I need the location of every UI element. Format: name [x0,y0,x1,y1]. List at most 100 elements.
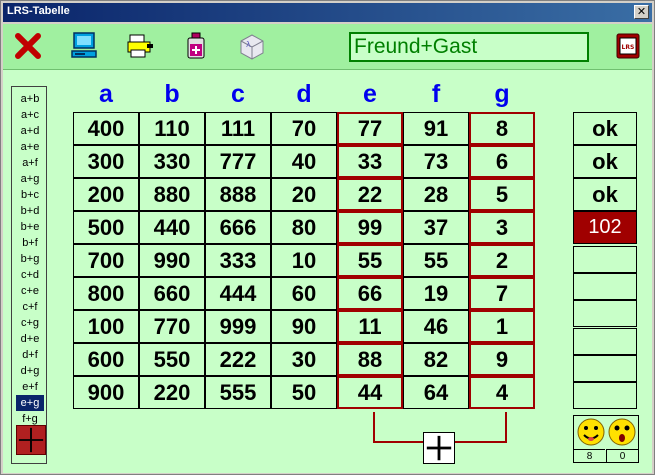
table-cell[interactable]: 5 [469,178,535,211]
table-cell[interactable]: 20 [271,178,337,211]
bottle-icon[interactable] [181,31,211,61]
table-cell[interactable]: 91 [403,112,469,145]
table-cell[interactable]: 2 [469,244,535,277]
table-cell[interactable]: 60 [271,277,337,310]
table-cell[interactable]: 28 [403,178,469,211]
table-cell[interactable]: 66 [337,277,403,310]
table-cell[interactable]: 444 [205,277,271,310]
table-cell[interactable]: 8 [469,112,535,145]
table-cell[interactable]: 50 [271,376,337,409]
table-cell[interactable]: 3 [469,211,535,244]
pair-item[interactable]: c+g [16,315,44,331]
table-cell[interactable]: 222 [205,343,271,376]
table-cell[interactable]: 400 [73,112,139,145]
lrs-exit-icon[interactable]: LRS [613,31,643,61]
result-cell: 102 [573,211,637,244]
table-cell[interactable]: 88 [337,343,403,376]
table-cell[interactable]: 990 [139,244,205,277]
pair-item[interactable]: b+g [16,251,44,267]
table-cell[interactable]: 37 [403,211,469,244]
window-close-button[interactable]: ✕ [634,5,649,19]
table-cell[interactable]: 800 [73,277,139,310]
table-cell[interactable]: 55 [403,244,469,277]
pair-item[interactable]: a+c [16,107,44,123]
table-cell[interactable]: 19 [403,277,469,310]
table-cell[interactable]: 100 [73,310,139,343]
table-cell[interactable]: 666 [205,211,271,244]
pair-item[interactable]: d+f [16,347,44,363]
player-name-field[interactable]: Freund+Gast [349,32,589,62]
pair-item[interactable]: a+f [16,155,44,171]
table-cell[interactable]: 333 [205,244,271,277]
table-cell[interactable]: 11 [337,310,403,343]
table-cell[interactable]: 330 [139,145,205,178]
pair-item[interactable]: b+e [16,219,44,235]
table-cell[interactable]: 33 [337,145,403,178]
table-cell[interactable]: 10 [271,244,337,277]
dice-icon[interactable]: λ [237,31,267,61]
close-x-icon[interactable] [13,31,43,61]
table-cell[interactable]: 46 [403,310,469,343]
table-cell[interactable]: 880 [139,178,205,211]
pair-item[interactable]: e+g [16,395,44,411]
pair-item[interactable]: b+c [16,187,44,203]
pair-item[interactable]: a+d [16,123,44,139]
add-plus-button[interactable] [423,432,455,464]
table-cell[interactable]: 40 [271,145,337,178]
table-cell[interactable]: 22 [337,178,403,211]
pair-item[interactable]: b+f [16,235,44,251]
table-cell[interactable]: 73 [403,145,469,178]
table-cell[interactable]: 82 [403,343,469,376]
connector-right [505,412,507,442]
table-cell[interactable]: 6 [469,145,535,178]
table-cell[interactable]: 77 [337,112,403,145]
table-cell[interactable]: 200 [73,178,139,211]
pair-item[interactable]: c+d [16,267,44,283]
table-cell[interactable]: 770 [139,310,205,343]
table-cell[interactable]: 90 [271,310,337,343]
pair-item[interactable]: c+f [16,299,44,315]
column-header-c: c [231,80,245,108]
pair-item[interactable]: e+f [16,379,44,395]
pair-item[interactable]: a+e [16,139,44,155]
table-cell[interactable]: 660 [139,277,205,310]
table-cell[interactable]: 64 [403,376,469,409]
column-header-a: a [99,80,113,108]
pair-item[interactable]: d+g [16,363,44,379]
pair-item[interactable]: c+e [16,283,44,299]
computer-icon[interactable] [69,31,99,61]
table-cell[interactable]: 777 [205,145,271,178]
table-cell[interactable]: 99 [337,211,403,244]
pair-item[interactable]: a+g [16,171,44,187]
table-cell[interactable]: 888 [205,178,271,211]
pair-item[interactable]: d+e [16,331,44,347]
table-cell[interactable]: 1 [469,310,535,343]
table-cell[interactable]: 700 [73,244,139,277]
grid-icon[interactable] [16,425,46,455]
column-header-f: f [431,80,441,108]
table-cell[interactable]: 110 [139,112,205,145]
table-cell[interactable]: 70 [271,112,337,145]
table-cell[interactable]: 300 [73,145,139,178]
table-cell[interactable]: 4 [469,376,535,409]
app-window: LRS-Tabelle ✕ λ Freund+Gast LRS a+b a+c … [0,0,655,475]
table-cell[interactable]: 555 [205,376,271,409]
table-cell[interactable]: 44 [337,376,403,409]
table-cell[interactable]: 9 [469,343,535,376]
table-cell[interactable]: 440 [139,211,205,244]
table-cell[interactable]: 900 [73,376,139,409]
table-cell[interactable]: 550 [139,343,205,376]
printer-icon[interactable] [125,31,155,61]
table-cell[interactable]: 80 [271,211,337,244]
table-cell[interactable]: 220 [139,376,205,409]
table-cell[interactable]: 7 [469,277,535,310]
table-cell[interactable]: 55 [337,244,403,277]
pair-item[interactable]: b+d [16,203,44,219]
table-cell[interactable]: 600 [73,343,139,376]
table-cell[interactable]: 111 [205,112,271,145]
result-cell: ok [573,145,637,178]
table-cell[interactable]: 999 [205,310,271,343]
table-cell[interactable]: 500 [73,211,139,244]
table-cell[interactable]: 30 [271,343,337,376]
pair-item[interactable]: a+b [16,91,44,107]
